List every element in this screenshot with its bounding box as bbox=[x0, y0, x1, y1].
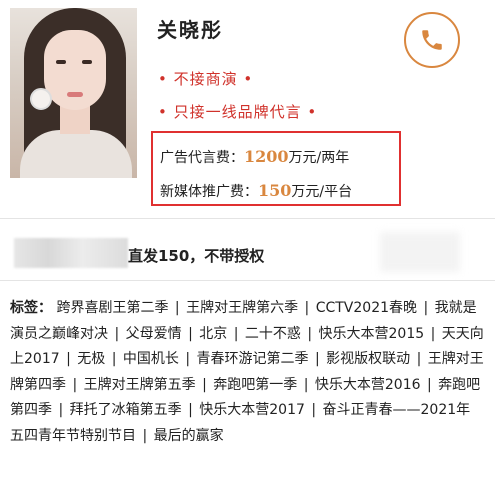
tag-separator: | bbox=[61, 351, 76, 367]
tag-item[interactable]: 无极 bbox=[77, 351, 105, 367]
tag-separator: | bbox=[110, 325, 124, 342]
celebrity-name: 关晓彤 bbox=[157, 18, 223, 42]
tag-item[interactable]: 王牌对王牌第六季 bbox=[186, 300, 298, 316]
tag-separator: | bbox=[138, 427, 152, 444]
tag-item[interactable]: 最后的赢家 bbox=[154, 428, 224, 444]
fee-label: 广告代言费： bbox=[160, 150, 244, 166]
tag-item[interactable]: 影视版权联动 bbox=[326, 351, 410, 367]
tag-separator: | bbox=[183, 325, 198, 342]
fee-highlight-box: 广告代言费：1200万元/两年 新媒体推广费：150万元/平台 bbox=[151, 131, 401, 206]
tag-separator: | bbox=[426, 325, 440, 342]
tag-separator: | bbox=[419, 300, 433, 316]
tag-item[interactable]: CCTV2021春晚 bbox=[316, 300, 417, 316]
fee-label: 新媒体推广费： bbox=[160, 184, 258, 200]
authorization-note: 直发150，不带授权 bbox=[128, 247, 265, 265]
tag-item[interactable]: 王牌对王牌第五季 bbox=[84, 377, 196, 393]
phone-button[interactable] bbox=[404, 12, 460, 68]
tag-separator: | bbox=[302, 325, 317, 342]
tag-item[interactable]: 中国机长 bbox=[123, 351, 179, 367]
fee-amount: 1200 bbox=[244, 147, 289, 166]
tag-list: 标签： 跨界喜剧王第二季 | 王牌对王牌第六季 | CCTV2021春晚 | 我… bbox=[10, 296, 484, 449]
fee-unit: 万元/平台 bbox=[291, 184, 353, 200]
tag-separator: | bbox=[422, 376, 437, 393]
tag-separator: | bbox=[180, 351, 195, 367]
tags-label: 标签： bbox=[10, 300, 52, 316]
tag-item[interactable]: 奔跑吧第一季 bbox=[213, 377, 297, 393]
profile-photo bbox=[10, 8, 137, 178]
tag-item[interactable]: 二十不惑 bbox=[245, 326, 301, 342]
tag-item[interactable]: 跨界喜剧王第二季 bbox=[56, 300, 168, 316]
tag-separator: | bbox=[310, 351, 325, 367]
fee-amount: 150 bbox=[258, 181, 292, 200]
tag-separator: | bbox=[107, 351, 121, 367]
tag-separator: | bbox=[68, 376, 82, 393]
divider bbox=[0, 280, 495, 281]
fee-row-advertising: 广告代言费：1200万元/两年 bbox=[160, 147, 349, 167]
bullet-first-tier-brands-only: • 只接一线品牌代言 • bbox=[158, 103, 318, 121]
tag-separator: | bbox=[54, 402, 68, 418]
tag-separator: | bbox=[300, 300, 314, 316]
tag-separator: | bbox=[197, 376, 212, 393]
tag-separator: | bbox=[299, 376, 313, 393]
tag-separator: | bbox=[229, 325, 243, 342]
tag-item[interactable]: 快乐大本营2017 bbox=[199, 402, 305, 418]
tag-item[interactable]: 北京 bbox=[199, 326, 227, 342]
phone-icon bbox=[422, 30, 442, 50]
fee-unit: 万元/两年 bbox=[288, 150, 350, 166]
fee-row-new-media: 新媒体推广费：150万元/平台 bbox=[160, 181, 352, 201]
tag-separator: | bbox=[306, 402, 321, 418]
tag-item[interactable]: 父母爱情 bbox=[126, 326, 182, 342]
tag-separator: | bbox=[412, 351, 426, 367]
tag-item[interactable]: 快乐大本营2016 bbox=[315, 377, 421, 393]
divider bbox=[0, 218, 495, 219]
tag-item[interactable]: 青春环游记第二季 bbox=[197, 351, 309, 367]
tag-item[interactable]: 拜托了冰箱第五季 bbox=[70, 402, 182, 418]
bullet-no-commercial-shows: • 不接商演 • bbox=[158, 70, 254, 88]
tag-separator: | bbox=[183, 402, 198, 418]
tag-item[interactable]: 快乐大本营2015 bbox=[319, 326, 425, 342]
blurred-redaction bbox=[14, 238, 128, 268]
tag-separator: | bbox=[170, 300, 185, 316]
blurred-watermark bbox=[380, 232, 460, 272]
